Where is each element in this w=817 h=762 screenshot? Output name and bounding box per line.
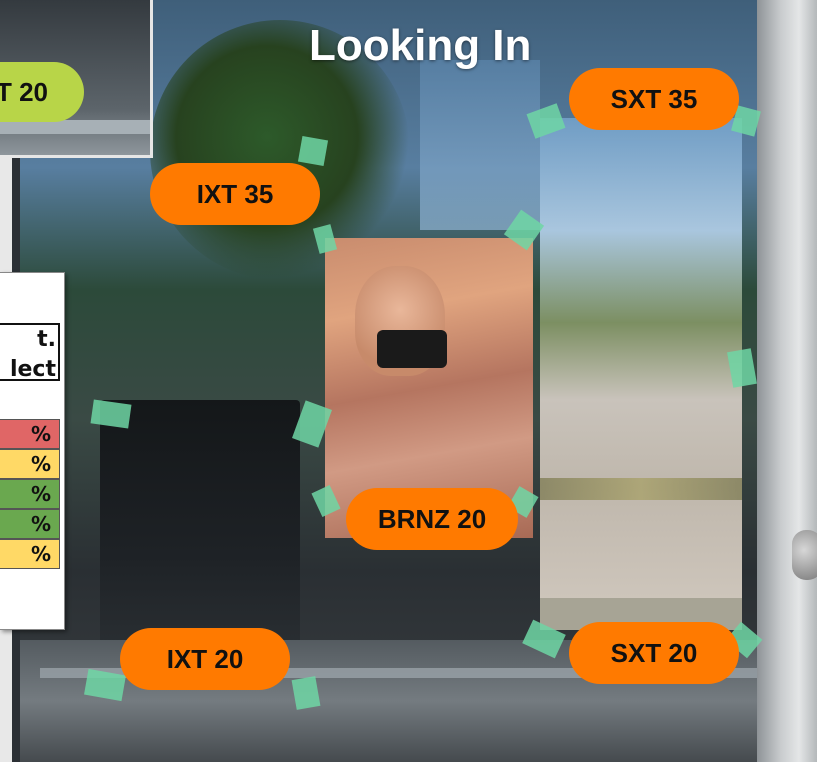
sky-reflection (420, 60, 540, 230)
inset-ixt20-label: T 20 (0, 62, 84, 122)
table-cell: % (0, 509, 60, 539)
distortion-streak (540, 478, 742, 500)
table-cell: % (0, 449, 60, 479)
reflected-camera (377, 330, 447, 368)
ixt20-film-sample (100, 400, 300, 660)
inset-photo: T 20 (0, 0, 153, 158)
table-cell: % (0, 479, 60, 509)
comparison-table: t. lect % % % % % (0, 272, 65, 630)
inset-sill (0, 120, 150, 134)
table-cell: % (0, 419, 60, 449)
tape-piece (291, 676, 321, 710)
tape-piece (297, 135, 329, 167)
sxt35-sxt20-film-sample (540, 118, 742, 630)
label-ixt20: IXT 20 (120, 628, 290, 690)
door-frame (757, 0, 817, 762)
label-brnz20: BRNZ 20 (346, 488, 518, 550)
table-cell: % (0, 539, 60, 569)
label-sxt20: SXT 20 (569, 622, 739, 684)
door-handle (792, 530, 817, 580)
table-header-line1: t. (37, 327, 56, 352)
label-sxt35: SXT 35 (569, 68, 739, 130)
label-ixt35: IXT 35 (150, 163, 320, 225)
table-header-line2: lect (9, 357, 56, 382)
page-title: Looking In (309, 21, 532, 70)
table-header: t. lect (0, 323, 60, 382)
tape-piece (90, 399, 132, 429)
photo-scene: T 20 t. lect % % % % % Looking In SXT 35… (0, 0, 817, 762)
